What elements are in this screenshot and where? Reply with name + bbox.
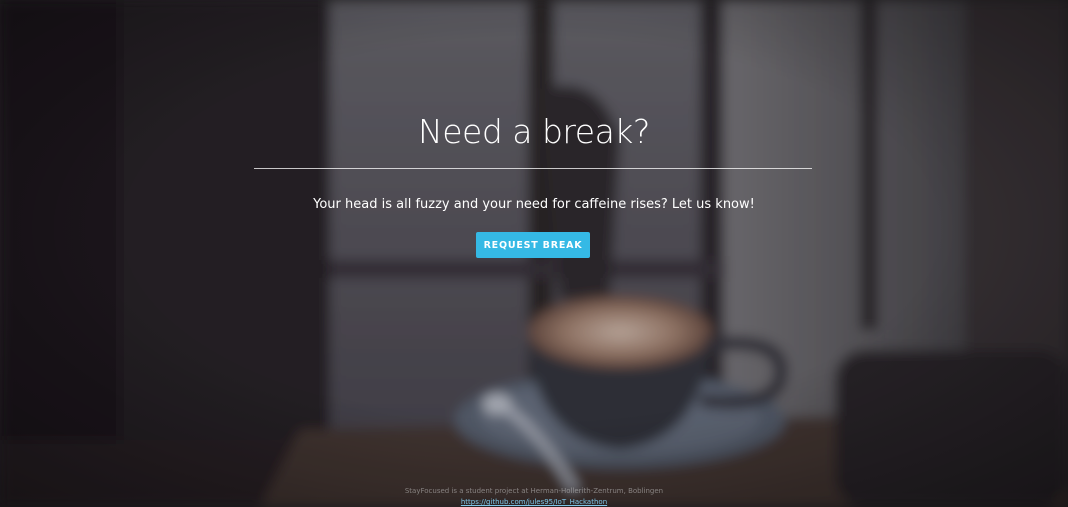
footer: StayFocused is a student project at Herm…: [0, 486, 1068, 507]
title-divider: [254, 168, 812, 169]
hero-content: Need a break? Your head is all fuzzy and…: [0, 0, 1068, 507]
page-title: Need a break?: [418, 112, 650, 151]
request-break-button[interactable]: REQUEST BREAK: [476, 232, 590, 258]
hero-section: Need a break? Your head is all fuzzy and…: [0, 0, 1068, 507]
github-link[interactable]: https://github.com/jules95/IoT_Hackathon: [461, 497, 607, 507]
hero-subtitle: Your head is all fuzzy and your need for…: [313, 197, 755, 212]
footer-credit: StayFocused is a student project at Herm…: [404, 487, 664, 495]
